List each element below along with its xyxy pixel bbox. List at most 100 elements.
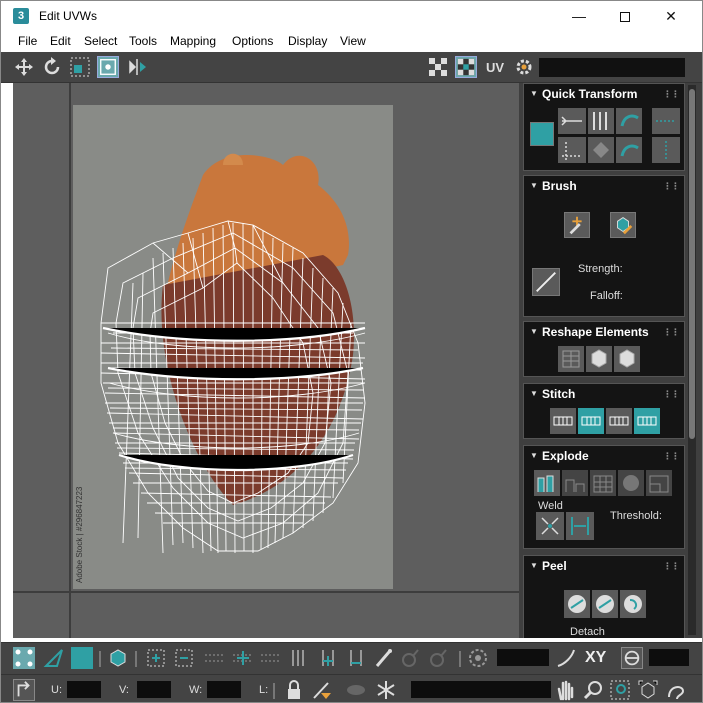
ring-icon[interactable] [287,647,309,669]
u-field[interactable] [67,681,101,698]
space-buttons[interactable] [650,108,682,164]
menu-options[interactable]: Options [232,34,273,48]
uv-label[interactable]: UV [486,60,504,75]
freeform-icon[interactable] [97,56,119,78]
shrink-selection-icon[interactable] [173,647,195,669]
rollout-header[interactable]: ▼ Stitch ⋮⋮ [524,384,684,404]
l-label: L: [259,684,269,696]
menu-file[interactable]: File [18,34,37,48]
v-field[interactable] [137,681,171,698]
separator [273,683,275,699]
pan-hand-icon[interactable] [555,679,577,701]
xy-space-toggle[interactable]: XY [585,649,606,667]
rollout-header[interactable]: ▼ Peel ⋮⋮ [524,556,684,576]
scale-icon[interactable] [69,56,91,78]
rollout-stitch: ▼ Stitch ⋮⋮ [523,383,685,439]
rollout-title: Stitch [542,387,576,401]
rotate-icon[interactable] [41,56,63,78]
hide-icon[interactable] [345,679,367,701]
menu-tools[interactable]: Tools [129,34,157,48]
checker-icon[interactable] [427,56,449,78]
rollout-header[interactable]: ▼ Brush ⋮⋮ [524,176,684,196]
rollout-header[interactable]: ▼ Explode ⋮⋮ [524,446,684,466]
minimize-button[interactable]: — [556,1,602,31]
falloff-value-field[interactable] [497,649,549,666]
relax-brush-icon[interactable] [610,212,636,238]
rollout-panel: ▼ Quick Transform ⋮⋮ ▼ Brush ⋮⋮ Strength… [519,83,702,638]
rollout-reshape-elements: ▼ Reshape Elements ⋮⋮ [523,321,685,377]
falloff-curve-icon[interactable] [532,268,560,296]
collapse-icon: ▼ [530,561,538,570]
filter-selected-icon[interactable] [311,679,333,701]
maximize-icon [620,12,630,23]
snap-icon[interactable] [665,679,687,701]
rollout-header[interactable]: ▼ Quick Transform ⋮⋮ [524,84,684,104]
falloff-label: Falloff: [590,290,623,302]
menu-display[interactable]: Display [288,34,327,48]
paint-move-icon[interactable] [564,212,590,238]
pivot-button[interactable] [530,122,554,146]
texture-dropdown[interactable] [539,58,685,77]
menu-view[interactable]: View [340,34,366,48]
menu-edit[interactable]: Edit [50,34,71,48]
grip-icon: ⋮⋮ [663,451,680,461]
close-button[interactable]: ✕ [648,1,694,31]
panel-scrollbar[interactable] [688,85,696,635]
rollout-title: Reshape Elements [542,325,649,339]
zoom-region-icon[interactable] [609,679,631,701]
w-field[interactable] [207,681,241,698]
freeze-snowflake-icon[interactable] [375,679,397,701]
texture-checker-icon[interactable] [455,56,477,78]
rollout-explode: ▼ Explode ⋮⋮ Weld Threshold: [523,445,685,549]
scroll-thumb[interactable] [689,89,695,439]
collapse-icon: ▼ [530,181,538,190]
grow-selection-icon[interactable] [145,647,167,669]
loop-grow-icon[interactable] [317,647,339,669]
collapse-icon: ▼ [530,327,538,336]
lock-icon[interactable] [283,679,305,701]
menu-mapping[interactable]: Mapping [170,34,216,48]
mirror-icon[interactable] [127,56,149,78]
soft-selection-icon[interactable] [467,647,489,669]
peel-buttons[interactable] [564,590,650,618]
vertex-select-icon[interactable] [13,647,35,669]
edge-distance-icon[interactable] [621,647,643,669]
absolute-offset-icon[interactable] [13,679,35,701]
grip-icon: ⋮⋮ [663,561,680,571]
zoom-extents-icon[interactable] [637,679,659,701]
menu-select[interactable]: Select [84,34,117,48]
selection-dropdown[interactable] [411,681,551,698]
strength-label: Strength: [578,263,623,275]
align-buttons[interactable] [558,108,648,164]
face-select-icon[interactable] [71,647,93,669]
rollout-peel: ▼ Peel ⋮⋮ Detach [523,555,685,638]
maximize-button[interactable] [602,1,648,31]
separator [459,651,461,667]
edge-select-icon[interactable] [43,647,65,669]
loop-shrink-icon[interactable] [345,647,367,669]
collapse-icon: ▼ [530,89,538,98]
paint-shrink-icon[interactable] [427,647,449,669]
rollout-title: Quick Transform [542,87,638,101]
threshold-label: Threshold: [610,510,662,522]
weld-buttons[interactable] [536,512,596,540]
settings-gear-icon[interactable] [513,56,535,78]
stitch-buttons[interactable] [550,408,662,434]
rollout-brush: ▼ Brush ⋮⋮ Strength: Falloff: [523,175,685,317]
falloff-curve-icon[interactable] [555,647,577,669]
reshape-buttons[interactable] [558,346,644,372]
window-title: Edit UVWs [39,9,98,23]
uv-wireframe [100,220,366,554]
paint-grow-icon[interactable] [399,647,421,669]
element-select-icon[interactable] [107,647,129,669]
paint-select-icon[interactable] [373,647,395,669]
move-icon[interactable] [13,56,35,78]
app-icon: 3 [13,8,29,24]
rollout-header[interactable]: ▼ Reshape Elements ⋮⋮ [524,322,684,342]
edge-distance-field[interactable] [649,649,689,666]
uv-viewport[interactable]: Adobe Stock | #296847223 [13,83,519,638]
zoom-icon[interactable] [583,679,605,701]
loop-ring-icons[interactable] [203,647,283,669]
explode-buttons[interactable] [534,470,676,496]
bottom-toolbar-1: XY [1,642,702,674]
